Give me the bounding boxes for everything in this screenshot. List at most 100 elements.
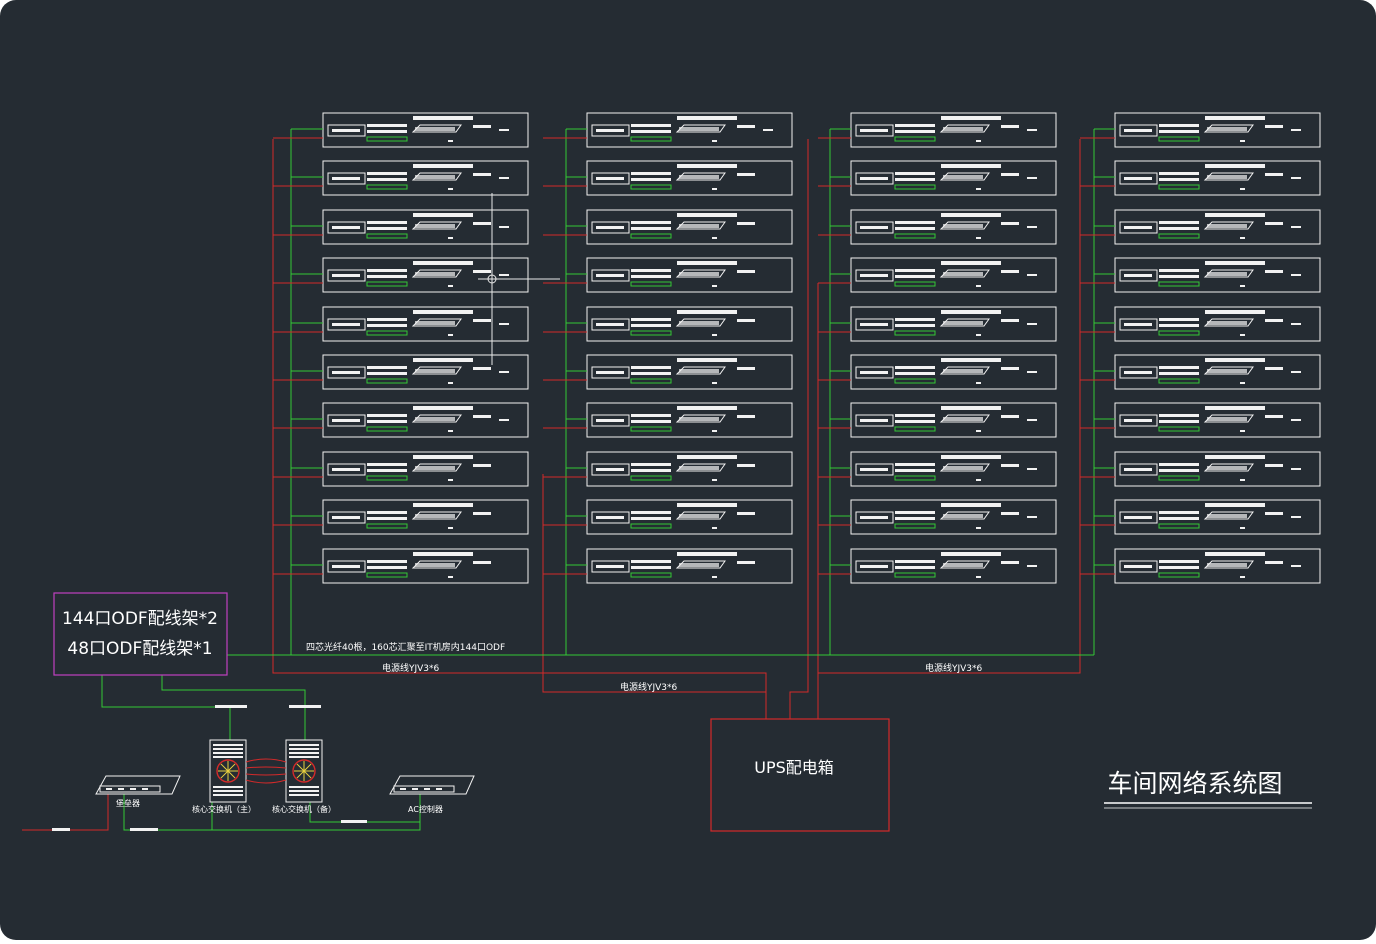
- switch-ports: [943, 127, 983, 131]
- rack-bar-right: [737, 270, 755, 273]
- switch-ports: [679, 224, 719, 228]
- patch-panel-ports: [860, 323, 888, 326]
- rack-bar: [367, 420, 407, 423]
- switch-ports: [943, 321, 983, 325]
- switch-ports: [415, 417, 455, 421]
- rack-bar: [895, 172, 935, 175]
- rack-led: [499, 371, 509, 373]
- switch-top: [1205, 552, 1265, 556]
- patch-panel-ports: [332, 419, 360, 422]
- patch-panel-ports: [596, 468, 624, 471]
- switch-led: [976, 188, 981, 190]
- rack-bar: [895, 560, 935, 563]
- power-label-3: 电源线YJV3*6: [925, 662, 983, 674]
- cable-tag: [341, 820, 367, 823]
- appliance-port: [400, 788, 406, 790]
- patch-panel-ports: [332, 177, 360, 180]
- rack-bar: [1159, 324, 1199, 327]
- rack-bar: [1159, 227, 1199, 230]
- rack-bar: [1159, 560, 1199, 563]
- switch-led: [448, 527, 453, 529]
- rack-bar: [367, 511, 407, 514]
- rack-bar: [367, 318, 407, 321]
- chassis-slot: [213, 752, 243, 754]
- switch-ports: [1207, 369, 1247, 373]
- diagram-canvas: 144口ODF配线架*2 48口ODF配线架*1 四芯光纤40根，160芯汇聚至…: [0, 0, 1376, 940]
- rack-bar-right: [1265, 367, 1283, 370]
- switch-led: [712, 285, 717, 287]
- rack-led: [1291, 274, 1301, 276]
- rack-bar: [895, 469, 935, 472]
- rack-bar: [895, 318, 935, 321]
- switch-ports: [1207, 127, 1247, 131]
- rack-bar: [631, 560, 671, 563]
- switch-ports: [679, 321, 719, 325]
- rack-bar-right: [737, 173, 755, 176]
- rack-bar-right: [1265, 512, 1283, 515]
- rack-led: [1291, 226, 1301, 228]
- rack-bar-right: [1001, 270, 1019, 273]
- rack-bar: [367, 172, 407, 175]
- rack-bar: [1159, 511, 1199, 514]
- patch-panel-ports: [1124, 129, 1152, 132]
- switch-ports: [415, 466, 455, 470]
- switch-ports: [1207, 514, 1247, 518]
- patch-panel-ports: [596, 565, 624, 568]
- patch-panel-ports: [860, 226, 888, 229]
- switch-led: [976, 285, 981, 287]
- switch-top: [677, 406, 737, 410]
- switch-top: [941, 164, 1001, 168]
- switch-ports: [679, 272, 719, 276]
- patch-panel-ports: [860, 565, 888, 568]
- switch-top: [413, 310, 473, 314]
- rack-bar: [1159, 469, 1199, 472]
- switch-led: [976, 479, 981, 481]
- switch-ports: [1207, 563, 1247, 567]
- switch-top: [677, 213, 737, 217]
- patch-panel-ports: [860, 516, 888, 519]
- switch-top: [941, 406, 1001, 410]
- switch-top: [1205, 503, 1265, 507]
- switch-top: [677, 455, 737, 459]
- switch-top: [677, 310, 737, 314]
- rack-led: [1027, 565, 1037, 567]
- chassis-slot: [213, 790, 243, 792]
- switch-top: [1205, 358, 1265, 362]
- rack-bar: [631, 227, 671, 230]
- rack-bar: [1159, 517, 1199, 520]
- switch-top: [677, 164, 737, 168]
- rack-led: [1027, 323, 1037, 325]
- switch-led: [712, 334, 717, 336]
- rack-bar-right: [1001, 415, 1019, 418]
- rack-bar-right: [1001, 173, 1019, 176]
- appliance-port: [424, 788, 430, 790]
- rack-bar: [367, 178, 407, 181]
- rack-bar-right: [1001, 367, 1019, 370]
- rack-bar: [895, 221, 935, 224]
- switch-top: [413, 552, 473, 556]
- switch-ports: [415, 175, 455, 179]
- rack-bar-right: [1265, 173, 1283, 176]
- rack-bar-right: [473, 270, 491, 273]
- switch-led: [1240, 237, 1245, 239]
- rack-led: [1027, 516, 1037, 518]
- switch-top: [413, 116, 473, 120]
- rack-bar: [367, 463, 407, 466]
- switch-ports: [415, 224, 455, 228]
- rack-bar-right: [1001, 561, 1019, 564]
- patch-panel-ports: [1124, 226, 1152, 229]
- rack-led: [1291, 129, 1301, 131]
- switch-led: [976, 576, 981, 578]
- rack-led: [499, 323, 509, 325]
- rack-bar: [631, 130, 671, 133]
- switch-ports: [679, 466, 719, 470]
- rack-bar: [367, 366, 407, 369]
- switch-led: [976, 382, 981, 384]
- rack-bar: [367, 227, 407, 230]
- rack-bar: [895, 275, 935, 278]
- rack-bar: [1159, 172, 1199, 175]
- rack-led: [1027, 177, 1037, 179]
- rack-bar-right: [1001, 512, 1019, 515]
- odf-line-2: 48口ODF配线架*1: [67, 639, 212, 659]
- switch-led: [1240, 382, 1245, 384]
